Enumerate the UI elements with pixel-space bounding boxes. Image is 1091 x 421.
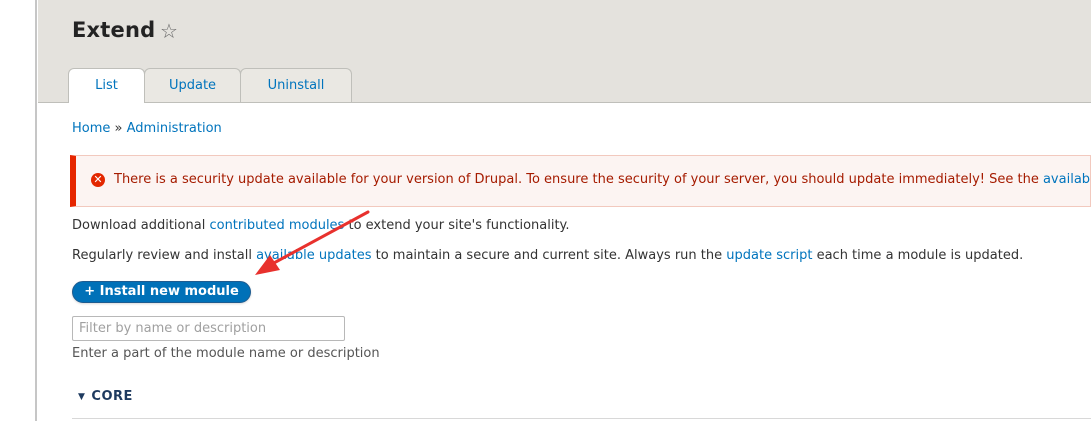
left-margin [0, 0, 35, 421]
breadcrumb-administration[interactable]: Administration [127, 121, 222, 136]
page-header: Extend ☆ List Update Uninstall [38, 0, 1091, 103]
intro-line2-pre: Regularly review and install [72, 248, 252, 263]
chevron-down-icon: ▼ [78, 392, 86, 402]
page-title: Extend [72, 18, 156, 42]
core-section-label: CORE [91, 389, 133, 404]
intro-line2-post: each time a module is updated. [816, 248, 1024, 263]
filter-input[interactable] [72, 316, 345, 341]
tab-update[interactable]: Update [144, 68, 241, 102]
breadcrumb-separator: » [114, 121, 123, 136]
alert-available-link[interactable]: availab [1043, 172, 1090, 187]
intro-line1-post: to extend your site's functionality. [348, 218, 570, 233]
alert-text: There is a security update available for… [114, 172, 1039, 187]
security-alert: ✕ There is a security update available f… [70, 155, 1091, 207]
intro-line2-mid: to maintain a secure and current site. A… [375, 248, 723, 263]
intro-line1-pre: Download additional [72, 218, 206, 233]
tab-uninstall[interactable]: Uninstall [240, 68, 352, 102]
breadcrumb-home[interactable]: Home [72, 121, 110, 136]
page: Extend ☆ List Update Uninstall Home » Ad… [38, 0, 1091, 421]
star-outline-icon[interactable]: ☆ [160, 19, 178, 43]
left-divider [35, 0, 37, 421]
install-new-module-button[interactable]: + Install new module [72, 281, 251, 303]
core-section-toggle[interactable]: ▼ CORE [78, 389, 133, 404]
breadcrumb: Home » Administration [72, 121, 222, 136]
tab-list[interactable]: List [68, 68, 145, 103]
intro-paragraph-1: Download additional contributed modules … [72, 218, 570, 233]
intro-paragraph-2: Regularly review and install available u… [72, 248, 1023, 263]
alert-message: There is a security update available for… [114, 172, 1090, 187]
section-divider [72, 418, 1091, 419]
available-updates-link[interactable]: available updates [256, 248, 371, 263]
contributed-modules-link[interactable]: contributed modules [209, 218, 344, 233]
filter-help-text: Enter a part of the module name or descr… [72, 346, 380, 361]
error-icon: ✕ [91, 173, 105, 187]
update-script-link[interactable]: update script [726, 248, 812, 263]
